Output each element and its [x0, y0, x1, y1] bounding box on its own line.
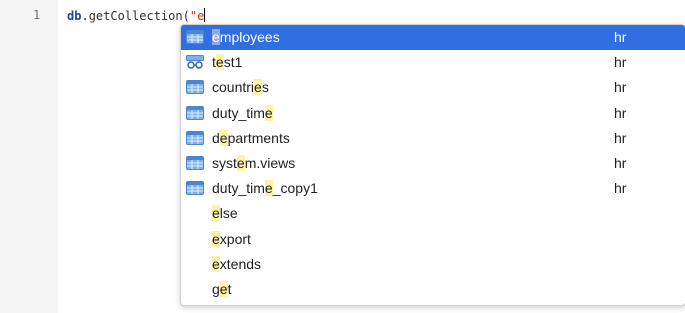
autocomplete-item[interactable]: duty_time_copy1 hr — [181, 176, 685, 201]
match-highlight: e — [212, 205, 220, 222]
table-icon — [186, 80, 204, 95]
view-icon — [186, 55, 204, 69]
autocomplete-item-label: extends — [212, 255, 262, 272]
match-highlight: e — [236, 154, 245, 171]
autocomplete-item-schema: hr — [614, 180, 627, 197]
autocomplete-item[interactable]: extends — [181, 252, 685, 277]
table-icon — [186, 130, 204, 145]
code-line[interactable]: db.getCollection("e — [67, 8, 206, 23]
label-prefix: g — [212, 280, 220, 297]
autocomplete-item[interactable]: countries hr — [181, 75, 685, 100]
table-icon — [186, 155, 204, 170]
label-suffix: xtends — [219, 255, 262, 272]
label-suffix: m.views — [244, 154, 296, 171]
code-object: db — [67, 9, 82, 23]
autocomplete-item-label: system.views — [212, 154, 296, 171]
label-suffix: st1 — [223, 54, 243, 71]
autocomplete-item-label: duty_time_copy1 — [212, 180, 318, 197]
autocomplete-item[interactable]: export — [181, 227, 685, 252]
editor-gutter — [0, 0, 58, 313]
autocomplete-item-label: test1 — [212, 54, 243, 71]
label-prefix: countri — [212, 79, 255, 96]
text-caret — [204, 8, 206, 22]
match-highlight: e — [264, 104, 273, 121]
autocomplete-item-schema: hr — [614, 104, 627, 121]
code-dot: . — [81, 9, 89, 23]
label-prefix: syst — [212, 154, 237, 171]
autocomplete-item-schema: hr — [614, 79, 627, 96]
table-icon — [186, 181, 204, 196]
autocomplete-item-label: else — [212, 205, 238, 222]
label-suffix: xport — [219, 230, 251, 247]
match-highlight: e — [215, 54, 224, 71]
autocomplete-item-label: employees — [212, 29, 280, 45]
line-number: 1 — [33, 8, 41, 22]
match-highlight: e — [264, 180, 273, 197]
autocomplete-item[interactable]: duty_time hr — [181, 101, 685, 126]
autocomplete-item-label: export — [212, 230, 251, 247]
autocomplete-item-schema: hr — [614, 29, 627, 45]
label-suffix: s — [261, 79, 269, 96]
table-icon — [186, 30, 204, 44]
label-suffix: lse — [219, 205, 238, 222]
autocomplete-item-schema: hr — [614, 154, 627, 171]
autocomplete-popup[interactable]: employees hr test1 hr countries hr duty_time hr… — [180, 24, 685, 306]
table-icon — [186, 105, 204, 120]
label-suffix: _copy1 — [272, 180, 318, 197]
autocomplete-item-label: duty_time — [212, 104, 273, 121]
autocomplete-item[interactable]: system.views hr — [181, 151, 685, 176]
match-highlight: e — [254, 79, 262, 96]
match-highlight: e — [212, 29, 220, 45]
label-prefix: d — [212, 129, 220, 146]
match-highlight: e — [219, 129, 228, 146]
autocomplete-item[interactable]: departments hr — [181, 126, 685, 151]
label-prefix: duty_tim — [212, 104, 265, 121]
match-highlight: e — [219, 280, 228, 297]
label-suffix: partments — [227, 129, 290, 146]
label-suffix: mployees — [219, 29, 280, 45]
label-prefix: duty_tim — [212, 180, 265, 197]
autocomplete-item-schema: hr — [614, 54, 627, 71]
autocomplete-item[interactable]: employees hr — [181, 25, 685, 51]
autocomplete-item[interactable]: test1 hr — [181, 50, 685, 75]
label-suffix: t — [227, 280, 232, 297]
autocomplete-item-schema: hr — [614, 129, 627, 146]
autocomplete-item-label: departments — [212, 129, 290, 146]
match-highlight: e — [212, 230, 220, 247]
autocomplete-item[interactable]: get — [181, 277, 685, 302]
autocomplete-item[interactable]: else — [181, 201, 685, 226]
autocomplete-item-label: countries — [212, 79, 269, 96]
code-string: "e — [189, 9, 205, 23]
code-method: getCollection( — [88, 9, 190, 23]
match-highlight: e — [212, 255, 220, 272]
autocomplete-item-label: get — [212, 280, 232, 297]
